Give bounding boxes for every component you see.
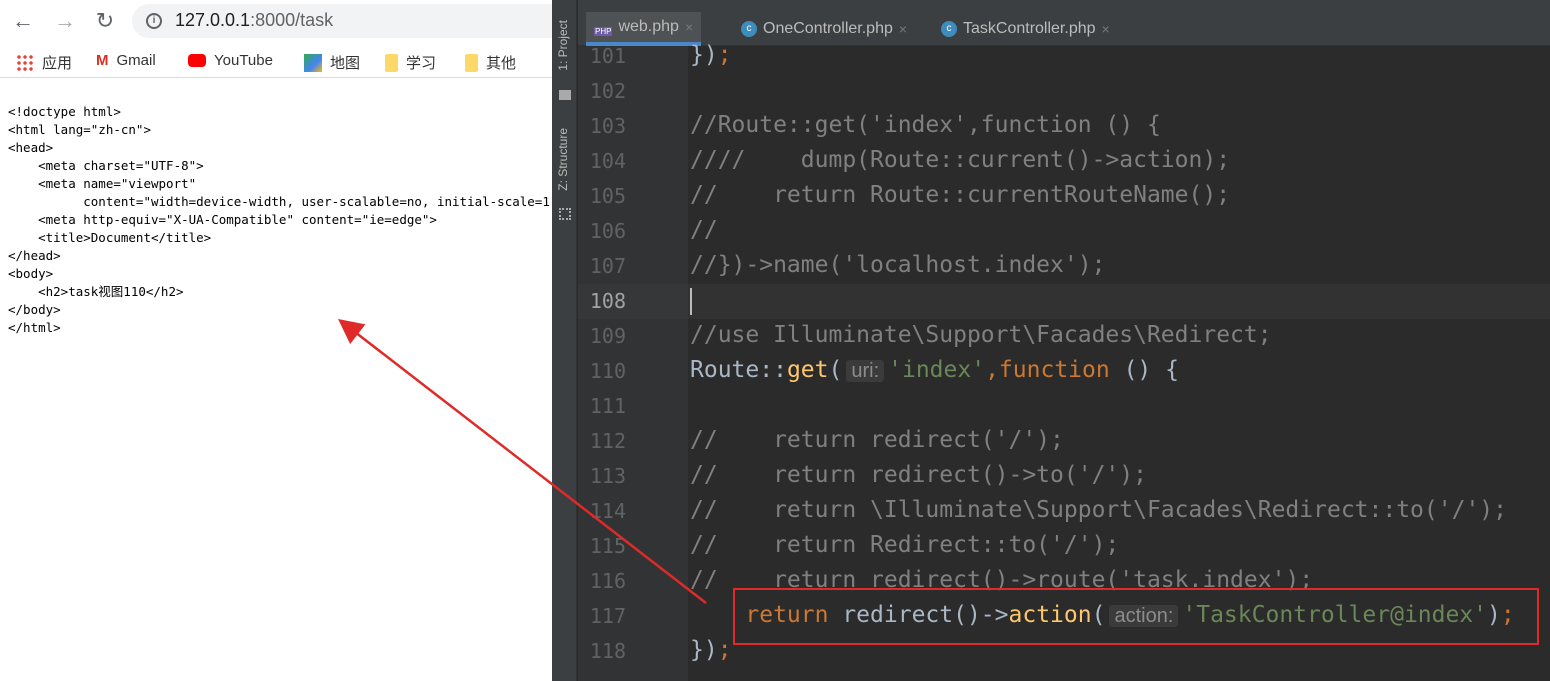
annotation-arrow	[338, 318, 707, 604]
arrow-line	[338, 318, 707, 604]
